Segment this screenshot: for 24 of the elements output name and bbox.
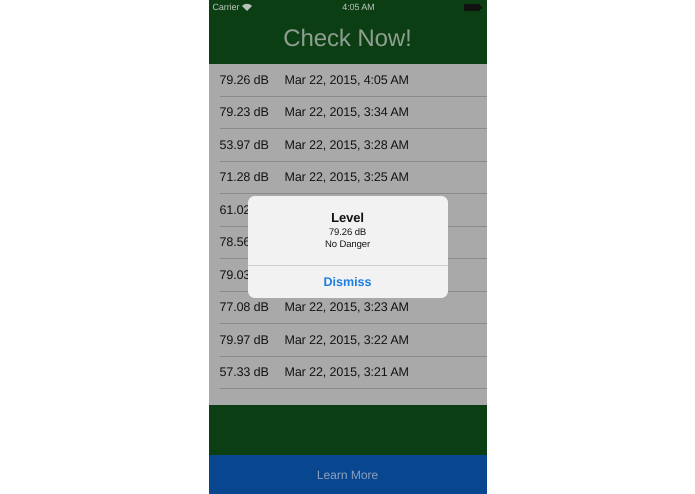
reading-date: Mar 22, 2015, 3:23 AM <box>284 300 409 314</box>
carrier-label: Carrier <box>212 2 240 12</box>
dismiss-button[interactable]: Dismiss <box>248 266 448 298</box>
reading-date: Mar 22, 2015, 3:25 AM <box>284 170 409 184</box>
alert-message: 79.26 dB <box>328 227 366 239</box>
status-time: 4:05 AM <box>342 2 375 12</box>
reading-level: 77.08 dB <box>220 300 270 314</box>
reading-level: 71.28 dB <box>220 170 270 184</box>
reading-level: 57.33 dB <box>220 365 270 380</box>
reading-level: 79.97 dB <box>220 332 270 347</box>
learn-more-button[interactable]: Learn More <box>208 455 486 494</box>
reading-date: Mar 22, 2015, 3:21 AM <box>284 365 409 380</box>
reading-level: 53.97 dB <box>220 138 270 152</box>
reading-level: 79.26 dB <box>220 72 270 87</box>
header-title: Check Now! <box>283 25 412 53</box>
alert-message: No Danger <box>324 239 370 251</box>
reading-date: Mar 22, 2015, 3:34 AM <box>284 105 409 120</box>
alert-title: Level <box>331 210 364 225</box>
reading-level: 79.23 dB <box>220 105 270 120</box>
reading-date: Mar 22, 2015, 3:28 AM <box>284 138 409 152</box>
wifi-icon <box>242 3 252 11</box>
reading-date: Mar 22, 2015, 3:22 AM <box>284 332 409 347</box>
reading-date: Mar 22, 2015, 4:05 AM <box>284 72 409 87</box>
battery-icon <box>464 4 482 10</box>
